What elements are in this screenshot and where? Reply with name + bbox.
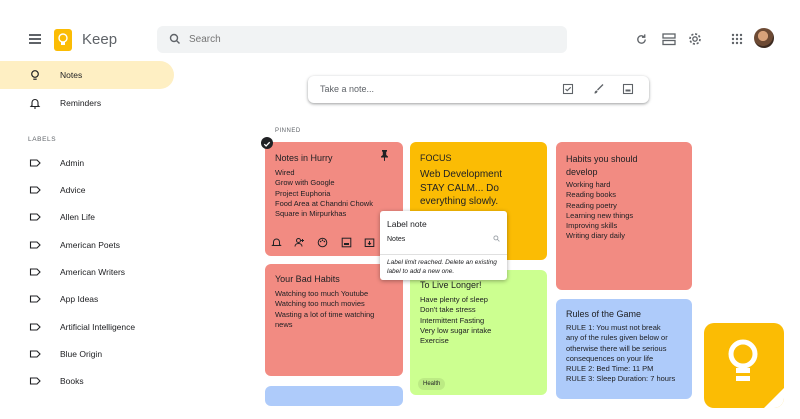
sidebar-item-books[interactable]: Books bbox=[0, 367, 174, 395]
note-body: Have plenty of sleep Don't take stress I… bbox=[420, 295, 492, 346]
list-view-icon[interactable] bbox=[661, 31, 677, 47]
search-icon bbox=[493, 235, 500, 242]
select-check-icon[interactable] bbox=[261, 137, 273, 149]
sidebar-item-label: Notes bbox=[60, 70, 83, 80]
take-note-placeholder[interactable]: Take a note... bbox=[320, 84, 374, 94]
label-icon bbox=[29, 159, 41, 167]
note-title: Your Bad Habits bbox=[275, 274, 340, 284]
note-card-partial[interactable] bbox=[265, 386, 403, 406]
sidebar-item-label: Artificial Intelligence bbox=[60, 322, 136, 332]
label-icon bbox=[29, 377, 41, 385]
note-title: Rules of the Game bbox=[566, 309, 642, 319]
top-bar: Keep bbox=[0, 0, 800, 60]
palette-icon[interactable] bbox=[317, 237, 328, 248]
note-title: Notes in Hurry bbox=[275, 153, 333, 163]
image-icon[interactable] bbox=[622, 83, 634, 95]
note-body: Wired Grow with Google Project Euphoria … bbox=[275, 168, 373, 219]
pin-icon[interactable] bbox=[380, 150, 389, 161]
sidebar-item-label: Blue Origin bbox=[60, 349, 103, 359]
settings-icon[interactable] bbox=[687, 31, 703, 47]
sidebar-item-app-ideas[interactable]: App Ideas bbox=[0, 285, 174, 313]
add-image-icon[interactable] bbox=[341, 237, 352, 248]
note-body: RULE 1: You must not break any of the ru… bbox=[566, 323, 676, 384]
sidebar-item-blue-origin[interactable]: Blue Origin bbox=[0, 340, 174, 368]
lightbulb-icon bbox=[31, 70, 39, 80]
note-card-rules[interactable]: Rules of the Game RULE 1: You must not b… bbox=[556, 299, 692, 399]
label-icon bbox=[29, 213, 41, 221]
sidebar-item-label: Allen Life bbox=[60, 212, 95, 222]
sidebar-item-american-writers[interactable]: American Writers bbox=[0, 258, 174, 286]
note-title: Habits you should develop bbox=[566, 154, 638, 177]
sidebar-item-admin[interactable]: Admin bbox=[0, 149, 174, 177]
label-icon bbox=[29, 268, 41, 276]
apps-grid-icon[interactable] bbox=[729, 31, 745, 47]
collaborator-icon[interactable] bbox=[294, 237, 305, 248]
sidebar: Notes Reminders LABELS Admin Advice Alle… bbox=[0, 60, 190, 419]
divider bbox=[380, 254, 507, 255]
note-body: Watching too much Youtube Watching too m… bbox=[275, 289, 375, 329]
sidebar-item-label: Reminders bbox=[60, 98, 102, 108]
menu-icon[interactable] bbox=[29, 34, 41, 44]
search-bar[interactable] bbox=[157, 26, 567, 53]
note-body: Web Development STAY CALM... Do everythi… bbox=[420, 169, 503, 207]
app-title[interactable]: Keep bbox=[82, 31, 117, 48]
bell-icon bbox=[29, 99, 41, 109]
logo-fold bbox=[764, 388, 784, 408]
label-chip[interactable]: Health bbox=[418, 378, 446, 390]
avatar[interactable] bbox=[754, 28, 774, 48]
search-input[interactable] bbox=[189, 31, 549, 48]
sidebar-item-reminders[interactable]: Reminders bbox=[0, 89, 174, 117]
label-icon bbox=[29, 186, 41, 194]
label-icon bbox=[29, 241, 41, 249]
sidebar-item-label: App Ideas bbox=[60, 294, 99, 304]
sidebar-item-american-poets[interactable]: American Poets bbox=[0, 231, 174, 259]
pinned-section-label: PINNED bbox=[275, 128, 301, 134]
sidebar-item-allen-life[interactable]: Allen Life bbox=[0, 203, 174, 231]
label-icon bbox=[29, 350, 41, 358]
sidebar-item-artificial-intelligence[interactable]: Artificial Intelligence bbox=[0, 313, 174, 341]
checkbox-icon[interactable] bbox=[562, 83, 574, 95]
note-title: To Live Longer! bbox=[420, 280, 482, 290]
take-note-bar[interactable]: Take a note... bbox=[308, 76, 649, 103]
note-title: FOCUS bbox=[420, 153, 452, 163]
sidebar-item-label: Admin bbox=[60, 158, 85, 168]
label-note-popup: Label note Label limit reached. Delete a… bbox=[380, 211, 507, 280]
keep-logo-icon bbox=[704, 323, 784, 408]
keep-logo-icon[interactable] bbox=[54, 29, 72, 51]
labels-heading: LABELS bbox=[28, 136, 57, 143]
note-card-habits-develop[interactable]: Habits you should develop Working hard R… bbox=[556, 142, 692, 290]
note-body: Working hard Reading books Reading poetr… bbox=[566, 180, 634, 241]
label-popup-title: Label note bbox=[387, 219, 427, 229]
search-icon[interactable] bbox=[169, 33, 181, 45]
sidebar-item-label: Advice bbox=[60, 185, 86, 195]
sidebar-item-label: American Writers bbox=[60, 267, 126, 277]
label-icon bbox=[29, 323, 41, 331]
archive-icon[interactable] bbox=[364, 237, 375, 248]
sidebar-item-label: Books bbox=[60, 376, 84, 386]
sidebar-item-label: American Poets bbox=[60, 240, 120, 250]
note-card-bad-habits[interactable]: Your Bad Habits Watching too much Youtub… bbox=[265, 264, 403, 376]
reminder-icon[interactable] bbox=[271, 237, 282, 248]
note-card-live-longer[interactable]: To Live Longer! Have plenty of sleep Don… bbox=[410, 270, 547, 395]
label-limit-message: Label limit reached. Delete an existing … bbox=[387, 259, 497, 275]
brush-icon[interactable] bbox=[593, 83, 605, 95]
label-name-input[interactable] bbox=[387, 233, 487, 245]
label-icon bbox=[29, 295, 41, 303]
refresh-icon[interactable] bbox=[633, 31, 649, 47]
sidebar-item-advice[interactable]: Advice bbox=[0, 176, 174, 204]
sidebar-item-notes[interactable]: Notes bbox=[0, 61, 174, 89]
